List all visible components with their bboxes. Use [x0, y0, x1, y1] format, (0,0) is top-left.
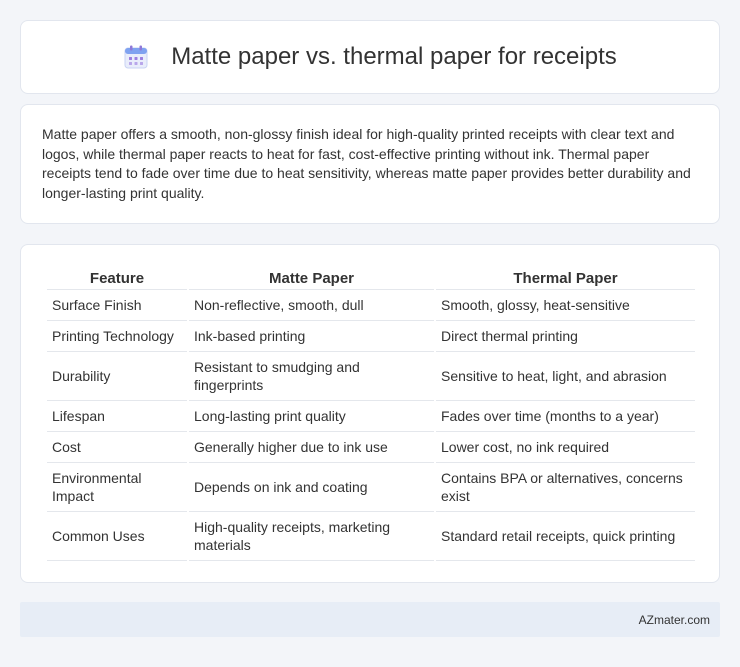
table-row: Common Uses High-quality receipts, marke… — [47, 512, 695, 561]
title-wrap: Matte paper vs. thermal paper for receip… — [123, 43, 617, 71]
calendar-icon — [124, 45, 148, 69]
footer-site-link[interactable]: AZmater.com — [639, 613, 710, 627]
column-header-thermal: Thermal Paper — [436, 265, 695, 290]
column-header-matte: Matte Paper — [189, 265, 434, 290]
table-cell-matte: Long-lasting print quality — [189, 401, 434, 432]
table-cell-feature: Environmental Impact — [47, 463, 187, 512]
table-cell-feature: Cost — [47, 432, 187, 463]
table-cell-thermal: Smooth, glossy, heat-sensitive — [436, 290, 695, 321]
table-cell-matte: Generally higher due to ink use — [189, 432, 434, 463]
table-cell-feature: Surface Finish — [47, 290, 187, 321]
summary-card: Matte paper offers a smooth, non-glossy … — [20, 104, 720, 224]
footer: AZmater.com — [20, 602, 720, 637]
comparison-table-card: Feature Matte Paper Thermal Paper Surfac… — [20, 244, 720, 583]
table-cell-thermal: Fades over time (months to a year) — [436, 401, 695, 432]
table-cell-matte: Resistant to smudging and fingerprints — [189, 352, 434, 401]
table-cell-thermal: Contains BPA or alternatives, concerns e… — [436, 463, 695, 512]
page-title: Matte paper vs. thermal paper for receip… — [171, 43, 617, 70]
table-row: Environmental Impact Depends on ink and … — [47, 463, 695, 512]
table-row: Lifespan Long-lasting print quality Fade… — [47, 401, 695, 432]
table-cell-matte: Non-reflective, smooth, dull — [189, 290, 434, 321]
table-cell-thermal: Direct thermal printing — [436, 321, 695, 352]
table-cell-matte: High-quality receipts, marketing materia… — [189, 512, 434, 561]
table-cell-thermal: Standard retail receipts, quick printing — [436, 512, 695, 561]
title-card: Matte paper vs. thermal paper for receip… — [20, 20, 720, 94]
table-cell-thermal: Lower cost, no ink required — [436, 432, 695, 463]
table-row: Durability Resistant to smudging and fin… — [47, 352, 695, 401]
table-cell-feature: Durability — [47, 352, 187, 401]
column-header-feature: Feature — [47, 265, 187, 290]
table-cell-thermal: Sensitive to heat, light, and abrasion — [436, 352, 695, 401]
summary-text: Matte paper offers a smooth, non-glossy … — [42, 126, 691, 201]
table-cell-matte: Ink-based printing — [189, 321, 434, 352]
comparison-table: Feature Matte Paper Thermal Paper Surfac… — [45, 265, 697, 561]
table-row: Surface Finish Non-reflective, smooth, d… — [47, 290, 695, 321]
table-row: Printing Technology Ink-based printing D… — [47, 321, 695, 352]
table-cell-matte: Depends on ink and coating — [189, 463, 434, 512]
table-cell-feature: Printing Technology — [47, 321, 187, 352]
table-cell-feature: Common Uses — [47, 512, 187, 561]
table-header-row: Feature Matte Paper Thermal Paper — [47, 265, 695, 290]
table-row: Cost Generally higher due to ink use Low… — [47, 432, 695, 463]
table-cell-feature: Lifespan — [47, 401, 187, 432]
